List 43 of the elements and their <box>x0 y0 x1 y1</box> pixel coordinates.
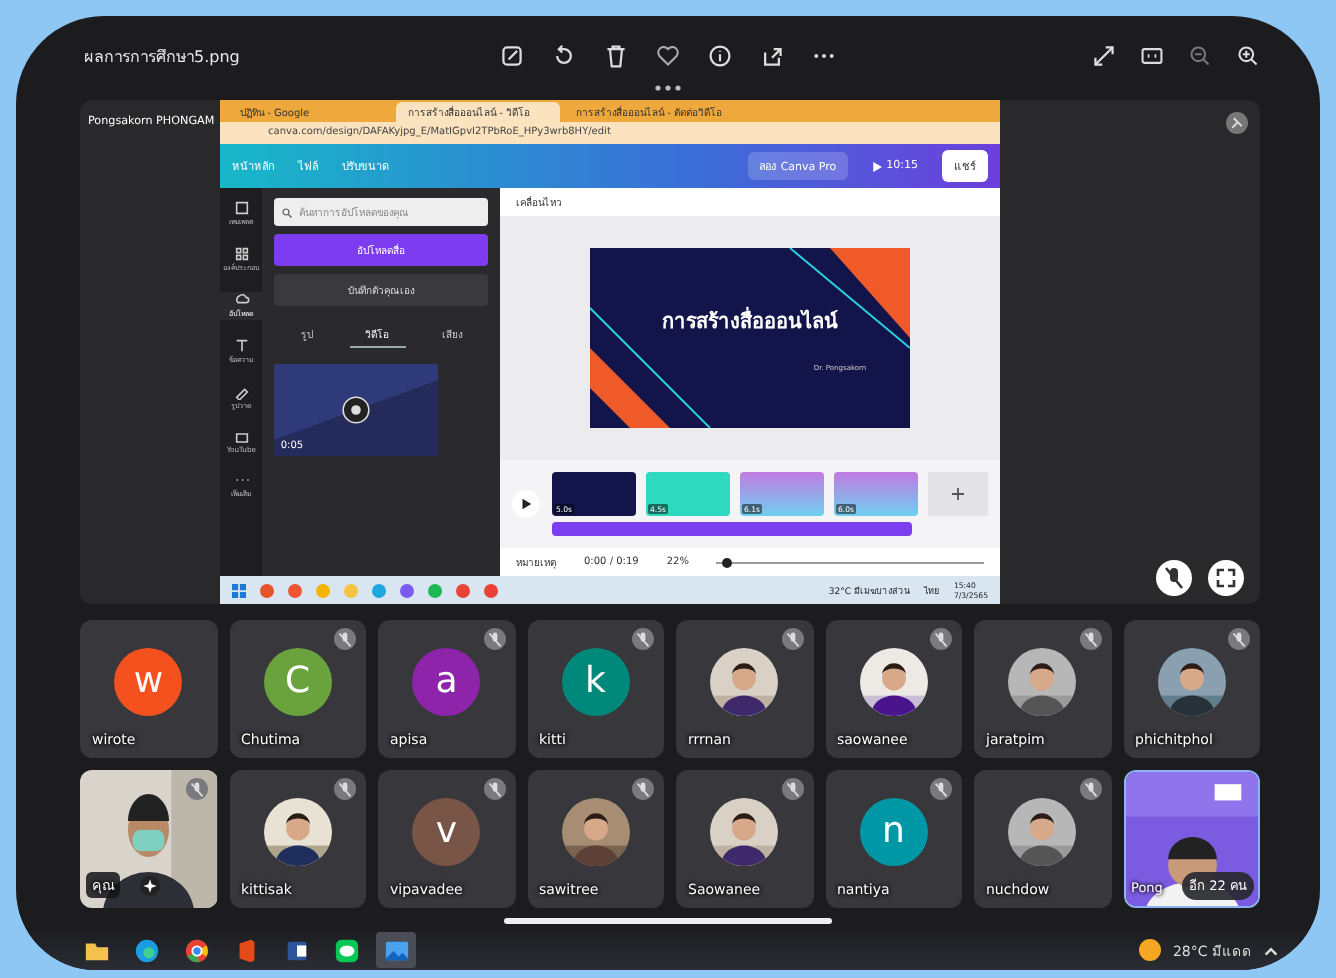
template-icon <box>233 200 250 216</box>
avatar: a <box>412 647 481 715</box>
document-icon <box>283 937 309 963</box>
video-icon <box>233 430 250 446</box>
browser-icon <box>183 937 209 963</box>
heart-icon[interactable] <box>656 44 680 68</box>
play-icon[interactable] <box>512 490 540 518</box>
browser-icon <box>133 937 159 963</box>
pencil-icon <box>233 384 250 400</box>
avatar: v <box>412 797 481 865</box>
sun-icon <box>1138 938 1163 962</box>
share-icon[interactable] <box>760 44 784 68</box>
search-icon <box>282 207 293 217</box>
actual-size-icon[interactable] <box>1140 44 1164 68</box>
play-icon <box>872 161 883 171</box>
reel-icon <box>340 394 373 426</box>
info-icon[interactable] <box>708 44 732 68</box>
avatar: n <box>859 797 928 865</box>
avatar: k <box>561 647 630 715</box>
rotate-icon[interactable] <box>552 44 576 68</box>
mic-off-icon[interactable] <box>1156 560 1192 596</box>
pin-icon[interactable] <box>1226 112 1248 134</box>
edit-icon[interactable] <box>500 44 524 68</box>
chat-icon <box>333 937 359 963</box>
slider-thumb[interactable] <box>722 557 733 567</box>
plus-icon <box>952 488 964 500</box>
zoom-in-icon[interactable] <box>1236 44 1260 68</box>
drag-handle-icon[interactable] <box>654 84 682 92</box>
fullscreen-icon[interactable] <box>1208 560 1244 596</box>
zoom-out-icon[interactable] <box>1188 44 1212 68</box>
avatar: w <box>114 647 183 715</box>
image-icon <box>383 937 409 963</box>
cloud-icon <box>233 292 250 308</box>
avatar: C <box>263 647 332 715</box>
file-name: ผลการการศึกษา5.png <box>84 45 242 69</box>
text-icon <box>233 338 250 354</box>
audio-track[interactable] <box>552 522 912 536</box>
start-icon[interactable] <box>232 583 246 597</box>
effects-icon[interactable] <box>140 876 160 896</box>
grid-icon <box>233 246 250 262</box>
expand-icon[interactable] <box>1092 44 1116 68</box>
delete-icon[interactable] <box>604 44 628 68</box>
slide-title: การสร้างสื่อออนไลน์ <box>662 305 838 335</box>
